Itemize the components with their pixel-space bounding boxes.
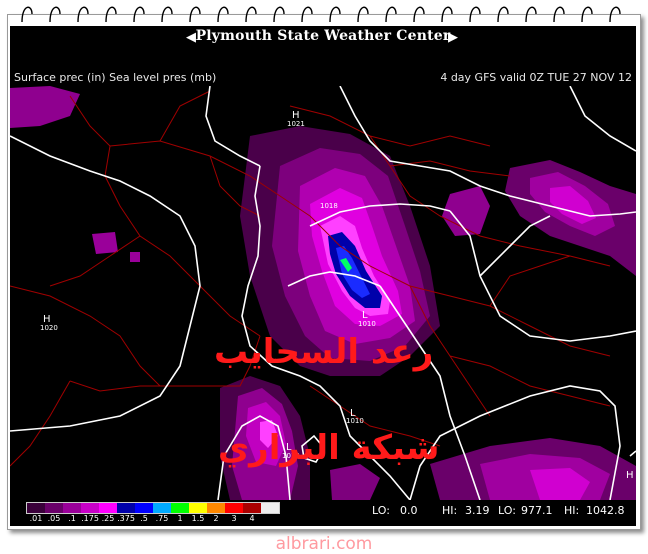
legend-color-bar — [26, 502, 280, 514]
stat-lo-pres: 977.1 — [521, 504, 553, 517]
legend-label: .25 — [101, 514, 115, 523]
legend-swatch — [225, 503, 243, 513]
legend-swatch — [243, 503, 261, 513]
legend-label: .5 — [140, 514, 148, 523]
legend-swatch — [81, 503, 99, 513]
legend-label: 1.5 — [191, 514, 205, 523]
spiral-binding — [21, 6, 621, 23]
legend-label: .05 — [47, 514, 61, 523]
legend-label: .375 — [117, 514, 135, 523]
stat-hi-pres-label: HI: — [564, 504, 580, 517]
field-description: Surface prec (in) Sea level pres (mb) — [14, 71, 217, 84]
stat-lo-pres-label: LO: — [498, 504, 516, 517]
model-valid-time: 4 day GFS valid 0Z TUE 27 NOV 12 — [440, 71, 632, 84]
legend-label: .75 — [155, 514, 169, 523]
watermark-line-2: شبكة البراري — [218, 428, 440, 468]
legend-swatch — [63, 503, 81, 513]
legend-label: 4 — [249, 514, 255, 523]
svg-text:H: H — [626, 470, 634, 481]
legend-label: 2 — [213, 514, 219, 523]
legend-label: .01 — [29, 514, 43, 523]
stat-lo-prec-label: LO: — [372, 504, 390, 517]
watermark-line-1: رعد السحايب — [214, 332, 434, 372]
legend-swatch — [153, 503, 171, 513]
legend-swatch — [261, 503, 279, 513]
legend-label: 3 — [231, 514, 237, 523]
svg-text:1010: 1010 — [358, 320, 376, 328]
legend-swatch — [117, 503, 135, 513]
legend-swatch — [171, 503, 189, 513]
svg-text:1018: 1018 — [320, 202, 338, 210]
legend-swatch — [207, 503, 225, 513]
fish-icon-right: ▶ — [448, 30, 458, 45]
legend-swatch — [45, 503, 63, 513]
stat-lo-prec: 0.0 — [400, 504, 418, 517]
svg-text:1010: 1010 — [346, 417, 364, 425]
header-title: Plymouth State Weather Center — [195, 28, 451, 44]
legend-label: 1 — [177, 514, 183, 523]
isobar-label-1018: 1018 — [320, 202, 338, 210]
footer-site-link[interactable]: albrari.com — [0, 534, 648, 554]
legend-label: .175 — [81, 514, 99, 523]
legend-swatch — [189, 503, 207, 513]
legend-labels: .01 .05 .1 .175.25.375 .5 .75 1 1.5 2 3 4 — [26, 514, 346, 524]
stat-hi-pres: 1042.8 — [586, 504, 625, 517]
stat-hi-prec-label: HI: — [442, 504, 458, 517]
precip-legend: .01 .05 .1 .175.25.375 .5 .75 1 1.5 2 3 4 — [26, 502, 326, 524]
svg-text:1020: 1020 — [40, 324, 58, 332]
legend-swatch — [99, 503, 117, 513]
svg-text:1021: 1021 — [287, 120, 305, 128]
legend-label: .1 — [68, 514, 76, 523]
high-center-southeast: H — [626, 470, 634, 481]
legend-swatch — [27, 503, 45, 513]
stat-hi-prec: 3.19 — [465, 504, 490, 517]
legend-swatch — [135, 503, 153, 513]
